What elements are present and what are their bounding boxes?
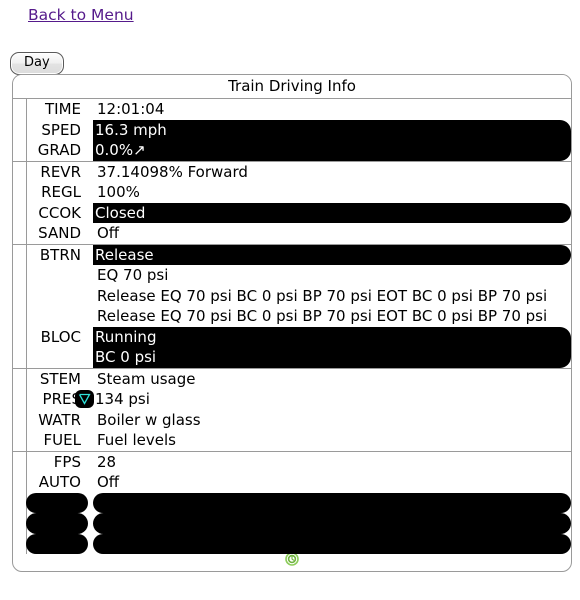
table-row: EQ 70 psi — [13, 265, 571, 286]
row-value: Release EQ 70 psi BC 0 psi BP 70 psi EOT… — [97, 307, 548, 325]
table-row: FPS 28 — [13, 452, 571, 473]
row-value: 0.0%↗ — [93, 140, 571, 161]
table-row: REVR 37.14098% Forward — [13, 162, 571, 183]
row-label: FPS — [53, 452, 81, 471]
day-toggle-button[interactable]: Day — [10, 52, 64, 75]
table-row: TIME 12:01:04 — [13, 99, 571, 120]
row-value: Release EQ 70 psi BC 0 psi BP 70 psi EOT… — [97, 286, 548, 305]
panel-title: Train Driving Info — [13, 75, 571, 99]
blank-label-cell — [26, 533, 88, 554]
row-value: 100% — [97, 183, 140, 201]
row-value: Release — [93, 244, 571, 265]
row-label: CCOK — [38, 203, 81, 222]
row-label: SPED — [41, 120, 81, 139]
blank-value-cell — [93, 513, 571, 534]
back-to-menu-link[interactable]: Back to Menu — [28, 6, 134, 24]
table-row: REGL 100% — [13, 182, 571, 203]
table-row: SPED 16.3 mph — [13, 119, 571, 140]
row-label: PRES — [42, 390, 81, 408]
row-value: Off — [97, 224, 120, 242]
table-row: Release EQ 70 psi BC 0 psi BP 70 psi EOT… — [13, 306, 571, 327]
table-row: BTRN Release — [13, 244, 571, 265]
table-row: FUEL Fuel levels — [13, 430, 571, 451]
row-value: Boiler w glass — [97, 410, 201, 429]
row-value: Fuel levels — [97, 431, 176, 449]
row-label: STEM — [39, 369, 81, 388]
blank-label-cell — [26, 513, 88, 534]
table-row: STEM Steam usage — [13, 369, 571, 390]
row-value: Closed — [93, 202, 571, 223]
row-value: Off — [97, 473, 120, 491]
blank-value-cell — [93, 492, 571, 513]
row-label: AUTO — [38, 473, 81, 491]
row-value: Steam usage — [97, 369, 196, 388]
row-label: BTRN — [39, 245, 81, 264]
row-label: BLOC — [40, 327, 81, 346]
row-label: REVR — [40, 162, 81, 181]
row-label: SAND — [38, 224, 81, 242]
table-row: Release EQ 70 psi BC 0 psi BP 70 psi EOT… — [13, 286, 571, 307]
row-value-text: 134 psi — [95, 390, 150, 408]
table-row: SAND Off — [13, 223, 571, 244]
blank-label-cell — [26, 492, 88, 513]
table-row: BLOC Running — [13, 326, 571, 347]
row-value: 28 — [97, 452, 117, 471]
row-value: Running — [93, 326, 571, 347]
top-navigation: Back to Menu — [0, 0, 580, 24]
row-value: 16.3 mph — [93, 119, 571, 140]
table-row-blank — [13, 533, 571, 554]
row-group-system: FPS 28 AUTO Off — [13, 99, 571, 554]
row-label: GRAD — [37, 141, 81, 159]
row-value: 12:01:04 — [97, 100, 165, 118]
table-row: CCOK Closed — [13, 202, 571, 223]
row-value: BC 0 psi — [93, 347, 571, 368]
info-rows: TIME 12:01:04 SPED 16.3 mph GRAD 0.0%↗ REVR 37.… — [13, 99, 571, 554]
table-row: GRAD 0.0%↗ — [13, 140, 571, 161]
row-label: WATR — [38, 410, 81, 429]
row-value: 37.14098% Forward — [97, 162, 248, 181]
row-value: EQ 70 psi — [97, 266, 169, 284]
row-group-controls: REVR 37.14098% Forward REGL 100% CCOK Closed S… — [13, 99, 571, 554]
row-label: FUEL — [43, 431, 81, 449]
table-row-blank — [13, 492, 571, 513]
table-row: PRES 134 psi — [13, 389, 571, 410]
table-row: BC 0 psi — [13, 347, 571, 368]
row-value: 134 psi — [73, 389, 571, 410]
row-group-time-speed-grade: TIME 12:01:04 SPED 16.3 mph GRAD 0.0%↗ — [13, 99, 571, 554]
table-row: WATR Boiler w glass — [13, 410, 571, 431]
blank-value-cell — [93, 533, 571, 554]
table-row-blank — [13, 513, 571, 534]
row-label: TIME — [44, 100, 81, 118]
train-driving-info-panel: Train Driving Info TIME 12:01:04 SPED 16.3 … — [12, 74, 572, 572]
row-group-steam-boiler: STEM Steam usage PRES 134 psi WATR Boiler w g… — [13, 99, 571, 554]
row-label: REGL — [41, 183, 81, 201]
toolbar: Day — [0, 24, 580, 75]
table-row: AUTO Off — [13, 472, 571, 493]
row-group-brakes: BTRN Release EQ 70 psi Release EQ 70 psi BC… — [13, 99, 571, 554]
